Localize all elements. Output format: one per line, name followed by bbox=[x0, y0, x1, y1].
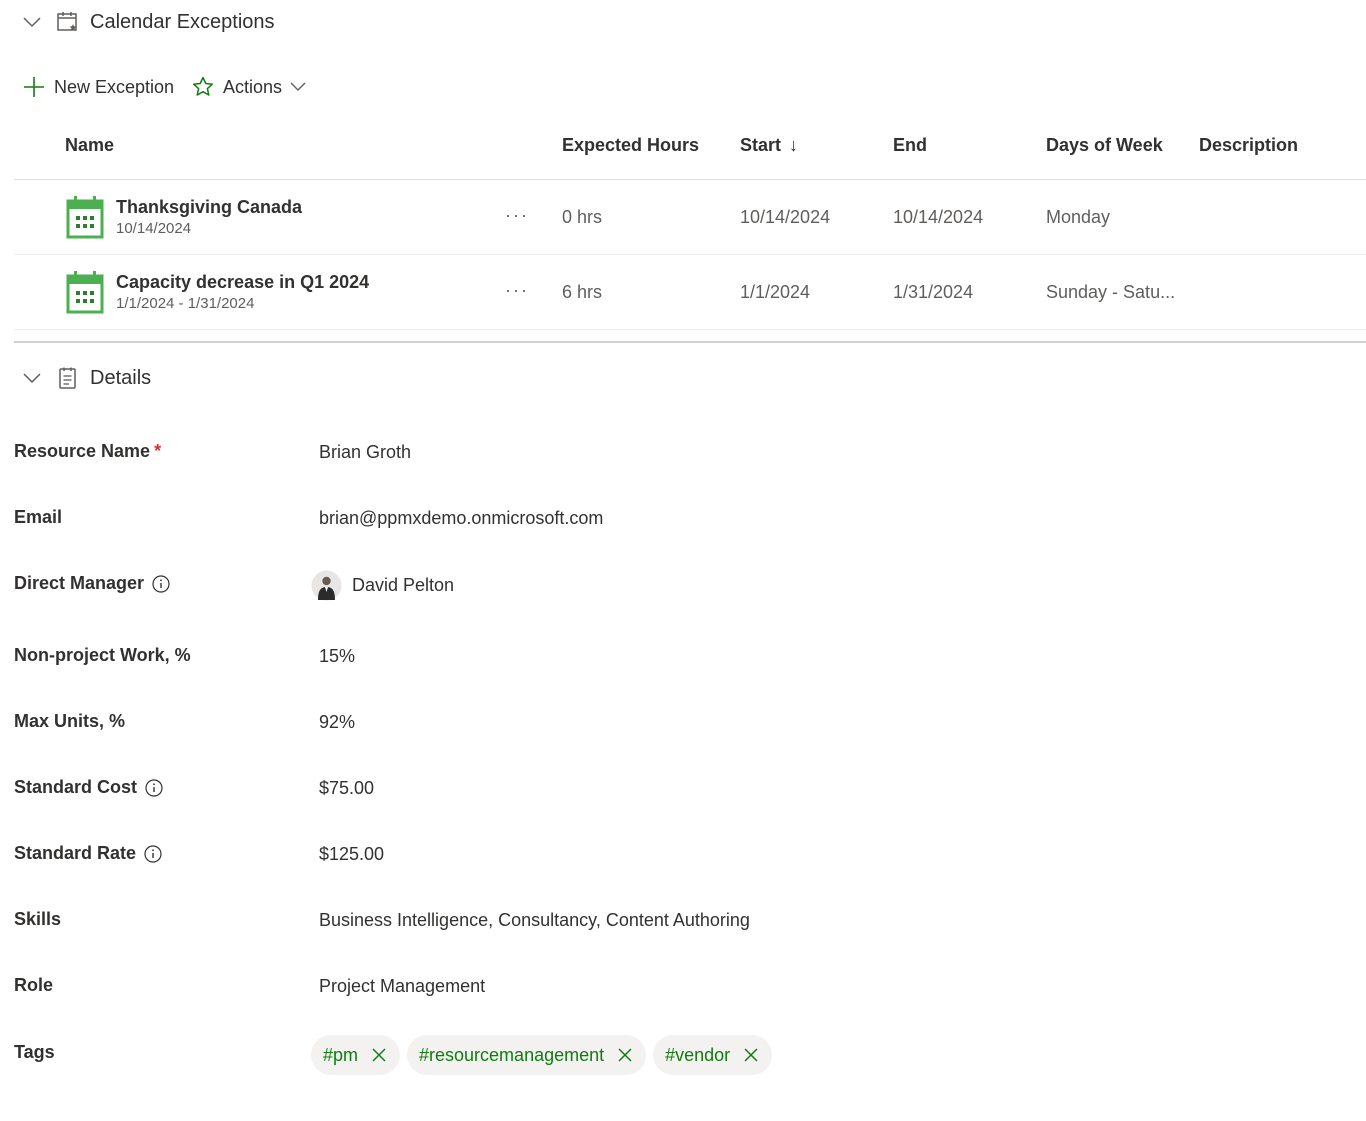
direct-manager-label: Direct Manager bbox=[14, 573, 170, 594]
column-header-start[interactable]: Start ↓ bbox=[740, 135, 798, 156]
info-icon[interactable] bbox=[145, 778, 163, 797]
start-cell: 1/1/2024 bbox=[740, 282, 811, 302]
tag-label: #pm bbox=[323, 1044, 359, 1065]
column-header-name[interactable]: Name bbox=[65, 135, 114, 156]
tag-vendor[interactable]: #vendor bbox=[653, 1035, 773, 1075]
calendar-star-icon bbox=[57, 12, 77, 31]
direct-manager-value[interactable]: David Pelton bbox=[311, 570, 454, 601]
email-value[interactable]: brian@ppmxdemo.onmicrosoft.com bbox=[319, 508, 603, 529]
standard-rate-label-text: Standard Rate bbox=[14, 843, 137, 863]
tags-list: #pm #resourcemanagement #vendor bbox=[311, 1035, 773, 1075]
actions-button[interactable]: Actions bbox=[191, 75, 306, 99]
column-header-start-label: Start bbox=[740, 135, 782, 155]
calendar-icon bbox=[66, 271, 104, 314]
standard-cost-value[interactable]: $75.00 bbox=[319, 778, 374, 799]
standard-rate-label: Standard Rate bbox=[14, 843, 162, 864]
row-subtitle: 10/14/2024 bbox=[116, 220, 192, 237]
skills-value[interactable]: Business Intelligence, Consultancy, Cont… bbox=[319, 910, 750, 931]
tag-label: #vendor bbox=[665, 1044, 731, 1065]
row-divider bbox=[14, 329, 1366, 330]
info-icon[interactable] bbox=[144, 844, 162, 863]
chevron-down-icon[interactable] bbox=[22, 368, 42, 388]
direct-manager-label-text: Direct Manager bbox=[14, 573, 145, 593]
skills-label: Skills bbox=[14, 909, 62, 929]
days-of-week-cell: Monday bbox=[1046, 207, 1111, 227]
resource-name-label-text: Resource Name bbox=[14, 441, 151, 461]
expected-hours-cell: 0 hrs bbox=[562, 207, 603, 227]
actions-label: Actions bbox=[223, 76, 283, 97]
max-units-label: Max Units, % bbox=[14, 711, 126, 731]
section-divider bbox=[14, 341, 1366, 343]
tags-label: Tags bbox=[14, 1042, 55, 1062]
days-of-week-cell: Sunday - Satu... bbox=[1046, 282, 1176, 302]
non-project-work-value[interactable]: 15% bbox=[319, 646, 355, 667]
standard-cost-label-text: Standard Cost bbox=[14, 777, 138, 797]
role-label: Role bbox=[14, 975, 54, 995]
details-header[interactable]: Details bbox=[22, 366, 151, 390]
column-header-days-of-week[interactable]: Days of Week bbox=[1046, 135, 1163, 156]
chevron-down-icon[interactable] bbox=[22, 12, 42, 32]
column-header-end[interactable]: End bbox=[893, 135, 927, 156]
resource-name-value[interactable]: Brian Groth bbox=[319, 442, 411, 463]
standard-cost-label: Standard Cost bbox=[14, 777, 163, 798]
calendar-icon bbox=[66, 196, 104, 239]
tag-resourcemanagement[interactable]: #resourcemanagement bbox=[407, 1035, 647, 1075]
tag-pm[interactable]: #pm bbox=[311, 1035, 401, 1075]
direct-manager-name: David Pelton bbox=[352, 575, 455, 595]
close-icon[interactable] bbox=[744, 1048, 758, 1062]
resource-name-label: Resource Name * bbox=[14, 441, 161, 462]
document-icon bbox=[59, 367, 76, 389]
new-exception-label: New Exception bbox=[54, 76, 175, 97]
standard-rate-value[interactable]: $125.00 bbox=[319, 844, 384, 865]
more-options-button[interactable]: ··· bbox=[505, 280, 529, 301]
non-project-work-label: Non-project Work, % bbox=[14, 645, 191, 665]
info-icon[interactable] bbox=[152, 574, 170, 593]
row-subtitle: 1/1/2024 - 1/31/2024 bbox=[116, 295, 255, 312]
tag-label: #resourcemanagement bbox=[419, 1044, 605, 1065]
star-icon bbox=[192, 76, 214, 96]
chevron-down-icon bbox=[290, 82, 306, 91]
row-title[interactable]: Thanksgiving Canada bbox=[116, 197, 302, 218]
calendar-exceptions-header[interactable]: Calendar Exceptions bbox=[22, 10, 275, 34]
column-header-expected-hours[interactable]: Expected Hours bbox=[562, 135, 699, 156]
column-header-description[interactable]: Description bbox=[1199, 135, 1298, 156]
row-title[interactable]: Capacity decrease in Q1 2024 bbox=[116, 272, 369, 293]
required-mark: * bbox=[154, 441, 162, 461]
role-value[interactable]: Project Management bbox=[319, 976, 485, 997]
email-label: Email bbox=[14, 507, 63, 527]
more-options-button[interactable]: ··· bbox=[505, 205, 529, 226]
calendar-exceptions-title: Calendar Exceptions bbox=[90, 10, 275, 33]
avatar bbox=[311, 570, 342, 601]
end-cell: 10/14/2024 bbox=[893, 207, 984, 227]
plus-icon bbox=[24, 77, 44, 97]
end-cell: 1/31/2024 bbox=[893, 282, 974, 302]
close-icon[interactable] bbox=[372, 1048, 386, 1062]
start-cell: 10/14/2024 bbox=[740, 207, 831, 227]
details-title: Details bbox=[90, 366, 152, 389]
max-units-value[interactable]: 92% bbox=[319, 712, 355, 733]
new-exception-button[interactable]: New Exception bbox=[22, 75, 174, 99]
close-icon[interactable] bbox=[618, 1048, 632, 1062]
expected-hours-cell: 6 hrs bbox=[562, 282, 603, 302]
sort-descending-icon: ↓ bbox=[789, 135, 799, 155]
